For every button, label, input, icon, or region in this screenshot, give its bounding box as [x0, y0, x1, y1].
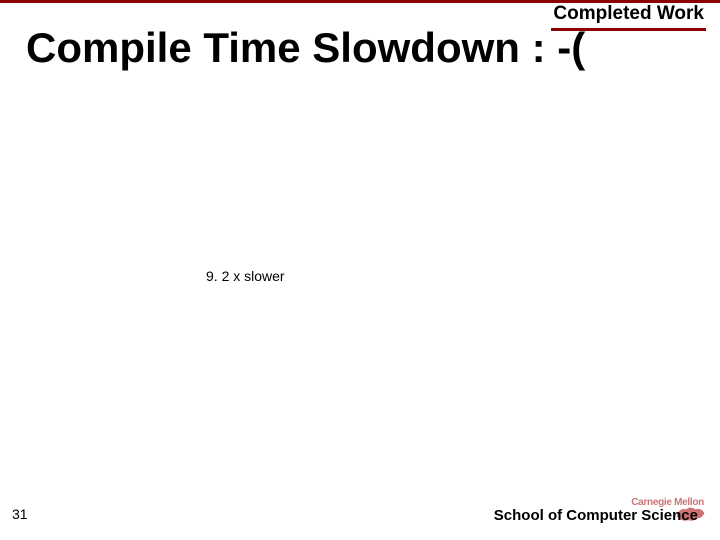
- slide-title: Compile Time Slowdown : -(: [26, 24, 585, 72]
- footer-school: School of Computer Science: [494, 507, 698, 524]
- slide: Completed Work Compile Time Slowdown : -…: [0, 0, 720, 540]
- slowdown-note: 9. 2 x slower: [206, 268, 285, 284]
- page-number: 31: [12, 506, 28, 522]
